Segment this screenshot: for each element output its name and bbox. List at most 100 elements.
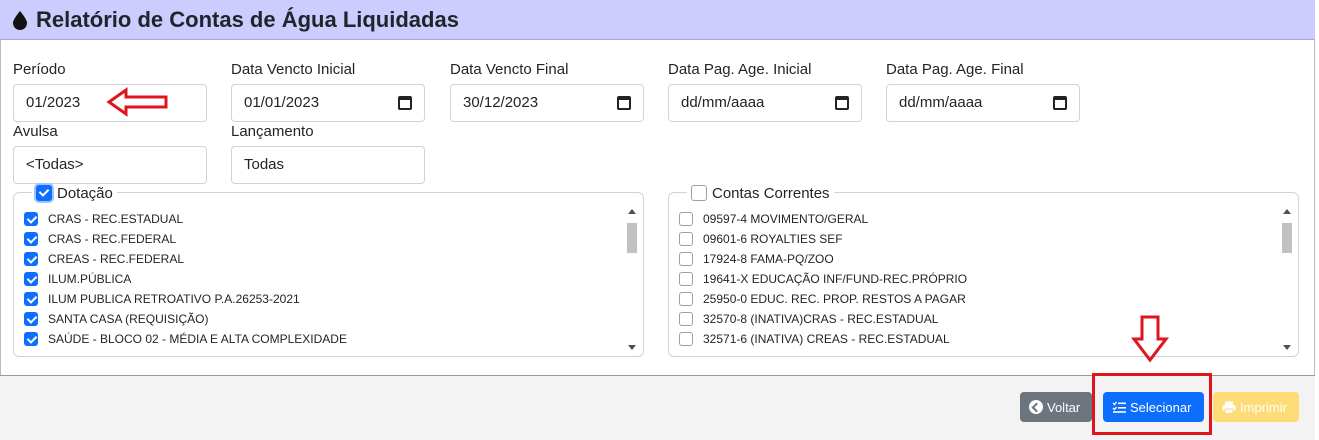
annotation-arrow-left-icon bbox=[106, 87, 168, 117]
contas-item-checkbox[interactable] bbox=[679, 272, 693, 286]
dotacao-item-label: SANTA CASA (REQUISIÇÃO) bbox=[48, 312, 209, 326]
avulsa-field: Avulsa <Todas> bbox=[13, 122, 207, 184]
pag-final-input[interactable]: dd/mm/aaaa bbox=[886, 84, 1080, 122]
venc-inicial-field: Data Vencto Inicial 01/01/2023 bbox=[231, 60, 425, 122]
venc-final-label: Data Vencto Final bbox=[450, 61, 569, 78]
pag-final-field: Data Pag. Age. Final dd/mm/aaaa bbox=[886, 60, 1080, 122]
scroll-down-icon[interactable] bbox=[628, 345, 636, 350]
contas-list-item[interactable]: 32570-8 (INATIVA)CRAS - REC.ESTADUAL bbox=[677, 309, 1278, 329]
dotacao-item-label: CRAS - REC.ESTADUAL bbox=[48, 212, 184, 226]
contas-item-label: 09597-4 MOVIMENTO/GERAL bbox=[703, 212, 869, 226]
dotacao-item-label: CRAS - REC.FEDERAL bbox=[48, 232, 177, 246]
contas-item-label: 32570-8 (INATIVA)CRAS - REC.ESTADUAL bbox=[703, 312, 939, 326]
contas-list: 09597-4 MOVIMENTO/GERAL 09601-6 ROYALTIES… bbox=[677, 209, 1278, 352]
contas-item-label: 17924-8 FAMA-PQ/ZOO bbox=[703, 252, 834, 266]
contas-item-checkbox[interactable] bbox=[679, 232, 693, 246]
contas-item-checkbox[interactable] bbox=[679, 332, 693, 346]
dotacao-list-item[interactable]: SAÚDE - BLOCO 01 - ATENÇÃO BÁSICA bbox=[22, 349, 623, 352]
contas-fieldset: Contas Correntes 09597-4 MOVIMENTO/GERAL… bbox=[668, 184, 1299, 357]
contas-list-item[interactable]: 32571-6 (INATIVA) CREAS - REC.ESTADUAL bbox=[677, 329, 1278, 349]
dotacao-item-label: ILUM PUBLICA RETROATIVO P.A.26253-2021 bbox=[48, 292, 300, 306]
contas-item-label: 09601-6 ROYALTIES SEF bbox=[703, 232, 843, 246]
calendar-icon[interactable] bbox=[1053, 96, 1067, 110]
annotation-arrow-down-icon bbox=[1130, 315, 1170, 363]
pag-inicial-value: dd/mm/aaaa bbox=[681, 94, 765, 111]
periodo-label: Período bbox=[13, 61, 66, 78]
page-header: Relatório de Contas de Água Liquidadas bbox=[0, 0, 1315, 40]
calendar-icon[interactable] bbox=[617, 96, 631, 110]
avulsa-select[interactable]: <Todas> bbox=[13, 146, 207, 184]
arrow-left-circle-icon bbox=[1029, 400, 1043, 414]
dotacao-item-label: CREAS - REC.FEDERAL bbox=[48, 252, 185, 266]
calendar-icon[interactable] bbox=[835, 96, 849, 110]
venc-inicial-input[interactable]: 01/01/2023 bbox=[231, 84, 425, 122]
contas-scrollbar[interactable] bbox=[1280, 207, 1294, 352]
scroll-thumb[interactable] bbox=[627, 223, 637, 253]
back-button[interactable]: Voltar bbox=[1020, 392, 1092, 422]
lancamento-value: Todas bbox=[244, 156, 285, 173]
contas-list-item[interactable]: 19641-X EDUCAÇÃO INF/FUND-REC.PRÓPRIO bbox=[677, 269, 1278, 289]
scroll-thumb[interactable] bbox=[1282, 223, 1292, 253]
contas-list-item[interactable]: 25950-0 EDUC. REC. PROP. RESTOS A PAGAR bbox=[677, 289, 1278, 309]
dotacao-item-checkbox[interactable] bbox=[24, 312, 38, 326]
print-button-label: Imprimir bbox=[1240, 399, 1287, 415]
dotacao-item-checkbox[interactable] bbox=[24, 252, 38, 266]
dotacao-item-label: SAÚDE - BLOCO 02 - MÉDIA E ALTA COMPLEXI… bbox=[48, 332, 347, 346]
pag-final-value: dd/mm/aaaa bbox=[899, 94, 983, 111]
avulsa-label: Avulsa bbox=[13, 123, 58, 140]
dotacao-list-item[interactable]: ILUM PUBLICA RETROATIVO P.A.26253-2021 bbox=[22, 289, 623, 309]
water-drop-icon bbox=[13, 10, 27, 30]
dotacao-list-item[interactable]: CRAS - REC.FEDERAL bbox=[22, 229, 623, 249]
pag-inicial-input[interactable]: dd/mm/aaaa bbox=[668, 84, 862, 122]
dotacao-item-checkbox[interactable] bbox=[24, 272, 38, 286]
dotacao-list-item[interactable]: CREAS - REC.FEDERAL bbox=[22, 249, 623, 269]
print-button[interactable]: Imprimir bbox=[1213, 392, 1299, 422]
contas-item-label: 32571-6 (INATIVA) CREAS - REC.ESTADUAL bbox=[703, 332, 950, 346]
contas-select-all-checkbox[interactable] bbox=[691, 185, 707, 201]
dotacao-scrollbar[interactable] bbox=[625, 207, 639, 352]
dotacao-item-checkbox[interactable] bbox=[24, 232, 38, 246]
contas-item-checkbox[interactable] bbox=[679, 212, 693, 226]
back-button-label: Voltar bbox=[1047, 399, 1081, 415]
contas-item-checkbox[interactable] bbox=[679, 252, 693, 266]
contas-item-label: 25950-0 EDUC. REC. PROP. RESTOS A PAGAR bbox=[703, 292, 966, 306]
dotacao-list-item[interactable]: CRAS - REC.ESTADUAL bbox=[22, 209, 623, 229]
lancamento-select[interactable]: Todas bbox=[231, 146, 425, 184]
dotacao-legend: Dotação bbox=[32, 184, 117, 202]
printer-icon bbox=[1222, 401, 1236, 414]
dotacao-legend-label: Dotação bbox=[57, 184, 113, 202]
contas-list-item[interactable]: 09597-4 MOVIMENTO/GERAL bbox=[677, 209, 1278, 229]
venc-final-input[interactable]: 30/12/2023 bbox=[450, 84, 644, 122]
dotacao-fieldset: Dotação CRAS - REC.ESTADUAL CRAS - REC.FE… bbox=[13, 184, 644, 357]
dotacao-select-all-checkbox[interactable] bbox=[36, 185, 52, 201]
contas-item-checkbox[interactable] bbox=[679, 292, 693, 306]
dotacao-list: CRAS - REC.ESTADUAL CRAS - REC.FEDERAL CRE… bbox=[22, 209, 623, 352]
dotacao-item-checkbox[interactable] bbox=[24, 212, 38, 226]
venc-inicial-label: Data Vencto Inicial bbox=[231, 61, 356, 78]
scroll-down-icon[interactable] bbox=[1283, 345, 1291, 350]
annotation-highlight-box bbox=[1092, 373, 1212, 435]
periodo-value: 01/2023 bbox=[26, 94, 81, 111]
calendar-icon[interactable] bbox=[398, 96, 412, 110]
contas-item-checkbox[interactable] bbox=[679, 312, 693, 326]
contas-legend: Contas Correntes bbox=[687, 184, 834, 202]
scroll-up-icon[interactable] bbox=[1283, 209, 1291, 214]
lancamento-label: Lançamento bbox=[231, 123, 314, 140]
contas-list-item[interactable]: 34642-X CRAS - REC.FEDERAL bbox=[677, 349, 1278, 352]
contas-legend-label: Contas Correntes bbox=[712, 184, 830, 202]
dotacao-list-item[interactable]: SANTA CASA (REQUISIÇÃO) bbox=[22, 309, 623, 329]
dotacao-list-item[interactable]: ILUM.PÚBLICA bbox=[22, 269, 623, 289]
dotacao-item-checkbox[interactable] bbox=[24, 332, 38, 346]
dotacao-item-label: ILUM.PÚBLICA bbox=[48, 272, 132, 286]
avulsa-value: <Todas> bbox=[26, 156, 84, 173]
pag-inicial-label: Data Pag. Age. Inicial bbox=[668, 61, 812, 78]
venc-inicial-value: 01/01/2023 bbox=[244, 94, 320, 111]
lancamento-field: Lançamento Todas bbox=[231, 122, 425, 184]
contas-list-item[interactable]: 09601-6 ROYALTIES SEF bbox=[677, 229, 1278, 249]
dotacao-list-item[interactable]: SAÚDE - BLOCO 02 - MÉDIA E ALTA COMPLEXI… bbox=[22, 329, 623, 349]
venc-final-field: Data Vencto Final 30/12/2023 bbox=[450, 60, 644, 122]
contas-list-item[interactable]: 17924-8 FAMA-PQ/ZOO bbox=[677, 249, 1278, 269]
venc-final-value: 30/12/2023 bbox=[463, 94, 539, 111]
dotacao-item-checkbox[interactable] bbox=[24, 292, 38, 306]
scroll-up-icon[interactable] bbox=[628, 209, 636, 214]
